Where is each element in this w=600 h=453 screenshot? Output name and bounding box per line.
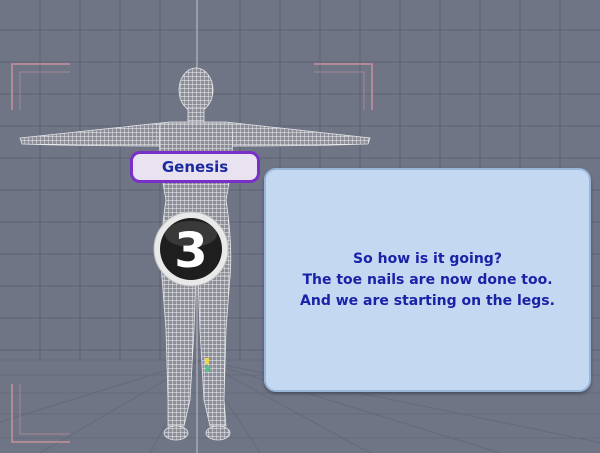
message-line-3: And we are starting on the legs. (300, 292, 555, 309)
figure-name-label: Genesis (130, 151, 260, 183)
message-line-1: So how is it going? (353, 250, 502, 267)
badge-number: 3 (174, 223, 207, 279)
message-line-2: The toe nails are now done too. (302, 271, 553, 288)
3d-viewport[interactable]: Genesis 3 So how is it going? The toe na… (0, 0, 600, 453)
message-box: So how is it going? The toe nails are no… (264, 168, 591, 392)
generation-badge-icon: 3 (153, 211, 229, 287)
